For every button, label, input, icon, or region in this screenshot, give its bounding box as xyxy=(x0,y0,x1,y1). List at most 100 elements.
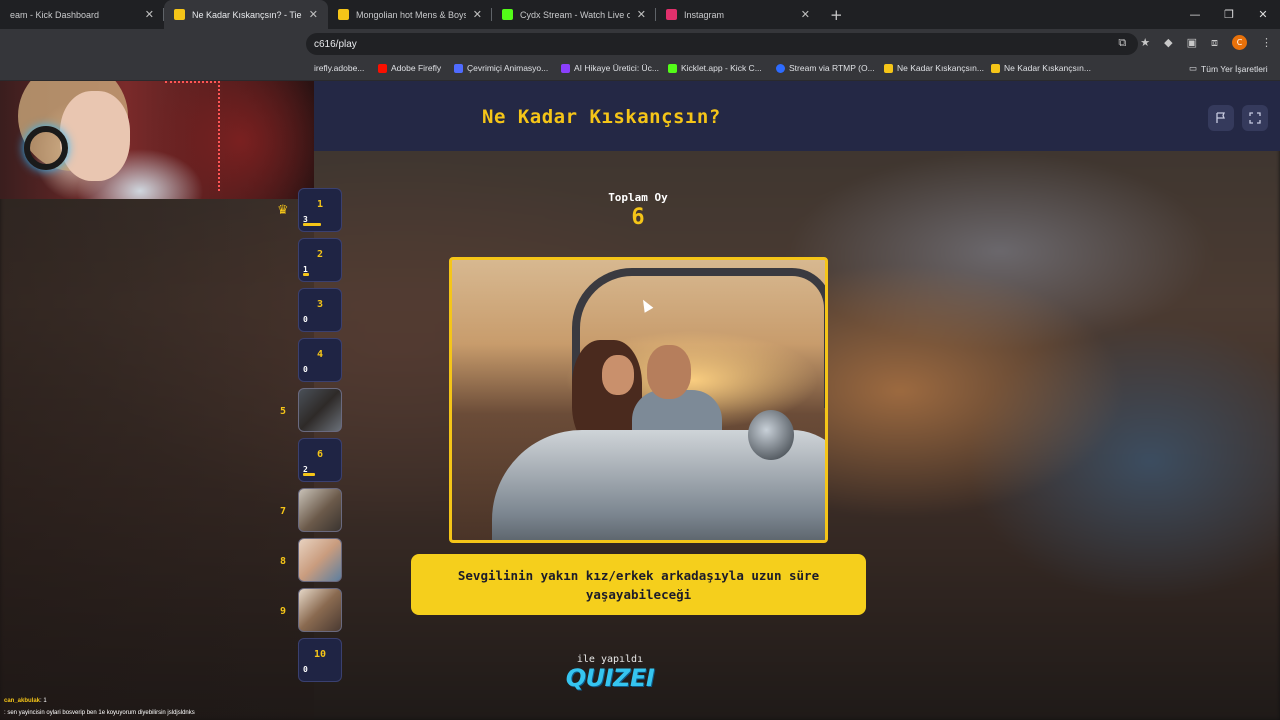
chat-user: can_akbulak xyxy=(4,698,41,704)
bookmark-item[interactable]: AI Hikaye Üretici: Üc... xyxy=(561,63,659,73)
folder-icon: ▭ xyxy=(1189,63,1198,73)
rank-slot-10[interactable]: 10 0 xyxy=(298,638,342,682)
tab-title: eam - Kick Dashboard xyxy=(10,9,100,20)
quiz-favicon-icon xyxy=(174,9,185,20)
flag-icon xyxy=(1216,112,1225,123)
menu-kebab-icon[interactable]: ⋮ xyxy=(1261,36,1272,49)
quiz-header xyxy=(314,81,1280,151)
bookmark-label: AI Hikaye Üretici: Üc... xyxy=(574,63,660,73)
chat-message: : sen yayincisin oylari bosverip ben 1e … xyxy=(4,710,195,716)
fullscreen-button[interactable] xyxy=(1242,105,1268,131)
vote-count: 0 xyxy=(303,315,308,324)
close-window-icon[interactable]: ✕ xyxy=(1246,8,1280,21)
all-bookmarks[interactable]: ▭ Tüm Yer İşaretleri xyxy=(1189,63,1268,74)
quizei-logo[interactable]: QUIZEI xyxy=(560,664,660,692)
adobe-icon xyxy=(378,63,387,73)
total-votes-value: 6 xyxy=(631,205,645,230)
rank-slot-3[interactable]: 3 0 xyxy=(298,288,342,332)
rank-number: 10 xyxy=(313,649,327,660)
crown-icon: ♛ xyxy=(277,203,289,218)
tab-title: Ne Kadar Kıskançsın? - Tier List xyxy=(192,9,302,20)
headset-icon xyxy=(24,126,68,170)
tab-instagram[interactable]: Instagram ✕ xyxy=(656,0,820,29)
tab-title: Mongolian hot Mens & Boys - xyxy=(356,9,466,20)
rank-number: 6 xyxy=(316,449,324,460)
restream-icon xyxy=(776,63,785,73)
minimize-icon[interactable]: — xyxy=(1178,8,1212,21)
bookmark-label: Kicklet.app - Kick C... xyxy=(681,63,762,73)
tab-title: Cydx Stream - Watch Live on Ki xyxy=(520,9,630,20)
restore-icon[interactable]: ❐ xyxy=(1212,8,1246,21)
bookmark-label: Ne Kadar Kıskançsın... xyxy=(1004,63,1091,73)
extensions-puzzle-icon[interactable]: ⧈ xyxy=(1211,36,1218,50)
rank-number: 5 xyxy=(280,406,287,417)
fullscreen-icon xyxy=(1249,112,1261,124)
quiz-favicon-icon xyxy=(884,63,893,73)
quiz-favicon-icon xyxy=(991,63,1000,73)
bookmarks-bar: irefly.adobe... Adobe Firefly Çevrimiçi … xyxy=(0,59,1280,81)
bookmark-item[interactable]: Stream via RTMP (O... xyxy=(776,63,875,73)
bookmark-label: Çevrimiçi Animasyo... xyxy=(467,63,549,73)
browser-toolbar: c616/play ⧉ ★ ◆ ▣ ⧈ C ⋮ xyxy=(0,29,1280,59)
rank-slot-1[interactable]: 1 3 xyxy=(298,188,342,232)
rank-slot-8-image[interactable] xyxy=(298,538,342,582)
rank-slot-4[interactable]: 4 0 xyxy=(298,338,342,382)
tab-mongolian[interactable]: Mongolian hot Mens & Boys - ✕ xyxy=(328,0,492,29)
bookmark-item[interactable]: Ne Kadar Kıskançsın... xyxy=(884,63,984,73)
bookmark-item[interactable]: Adobe Firefly xyxy=(378,63,441,73)
report-flag-button[interactable] xyxy=(1208,105,1234,131)
profile-avatar[interactable]: C xyxy=(1232,35,1247,50)
rank-slot-7-image[interactable] xyxy=(298,488,342,532)
chat-text: : sen yayincisin oylari bosverip ben 1e … xyxy=(4,710,195,716)
tab-quiz[interactable]: Ne Kadar Kıskançsın? - Tier List ✕ xyxy=(164,0,328,29)
bookmark-label: Adobe Firefly xyxy=(391,63,442,73)
rank-number: 7 xyxy=(280,506,287,517)
webcam-overlay xyxy=(0,81,314,199)
media-icon[interactable]: ▣ xyxy=(1187,36,1197,49)
rank-number: 4 xyxy=(316,349,324,360)
rank-number: 3 xyxy=(316,299,324,310)
rank-number: 9 xyxy=(280,606,287,617)
rank-number: 2 xyxy=(316,249,324,260)
url-text: c616/play xyxy=(314,38,357,50)
vote-bar xyxy=(303,223,321,226)
vote-bar xyxy=(303,473,315,476)
chat-text: : 1 xyxy=(40,698,47,704)
rank-number: 1 xyxy=(316,199,324,210)
close-tab-icon[interactable]: ✕ xyxy=(473,8,482,21)
kicklet-icon xyxy=(668,63,677,73)
close-tab-icon[interactable]: ✕ xyxy=(801,8,810,21)
bookmark-item[interactable]: Ne Kadar Kıskançsın... xyxy=(991,63,1091,73)
kick-favicon-icon xyxy=(502,9,513,20)
browser-tabbar: eam - Kick Dashboard ✕ Ne Kadar Kıskançs… xyxy=(0,0,1280,29)
bookmark-label: irefly.adobe... xyxy=(314,63,365,73)
rank-slot-6[interactable]: 6 2 xyxy=(298,438,342,482)
new-tab-icon[interactable]: + xyxy=(820,0,853,29)
bookmark-label: Stream via RTMP (O... xyxy=(789,63,875,73)
ai-icon xyxy=(561,63,570,73)
total-votes-label: Toplam Oy xyxy=(608,191,668,204)
bookmark-star-icon[interactable]: ★ xyxy=(1140,36,1150,49)
address-bar[interactable]: c616/play xyxy=(306,33,1138,55)
rank-slot-9-image[interactable] xyxy=(298,588,342,632)
bookmark-item[interactable]: irefly.adobe... xyxy=(314,63,364,73)
vote-count: 0 xyxy=(303,665,308,674)
bookmark-item[interactable]: Kicklet.app - Kick C... xyxy=(668,63,762,73)
bookmark-item[interactable]: Çevrimiçi Animasyo... xyxy=(454,63,548,73)
close-tab-icon[interactable]: ✕ xyxy=(309,8,318,21)
chat-message: can_akbulak: 1 xyxy=(4,698,47,704)
all-bookmarks-label: Tüm Yer İşaretleri xyxy=(1201,63,1268,74)
tab-cydx-stream[interactable]: Cydx Stream - Watch Live on Ki ✕ xyxy=(492,0,656,29)
bookmark-label: Ne Kadar Kıskançsın... xyxy=(897,63,984,73)
rank-slot-5-image[interactable] xyxy=(298,388,342,432)
extension-shield-icon[interactable]: ◆ xyxy=(1164,36,1172,49)
close-tab-icon[interactable]: ✕ xyxy=(637,8,646,21)
question-image[interactable] xyxy=(449,257,828,543)
tab-kick-dashboard[interactable]: eam - Kick Dashboard ✕ xyxy=(0,0,164,29)
rank-number: 8 xyxy=(280,556,287,567)
close-tab-icon[interactable]: ✕ xyxy=(145,8,154,21)
translate-icon[interactable]: ⧉ xyxy=(1118,36,1126,50)
animation-icon xyxy=(454,63,463,73)
instagram-favicon-icon xyxy=(666,9,677,20)
rank-slot-2[interactable]: 2 1 xyxy=(298,238,342,282)
